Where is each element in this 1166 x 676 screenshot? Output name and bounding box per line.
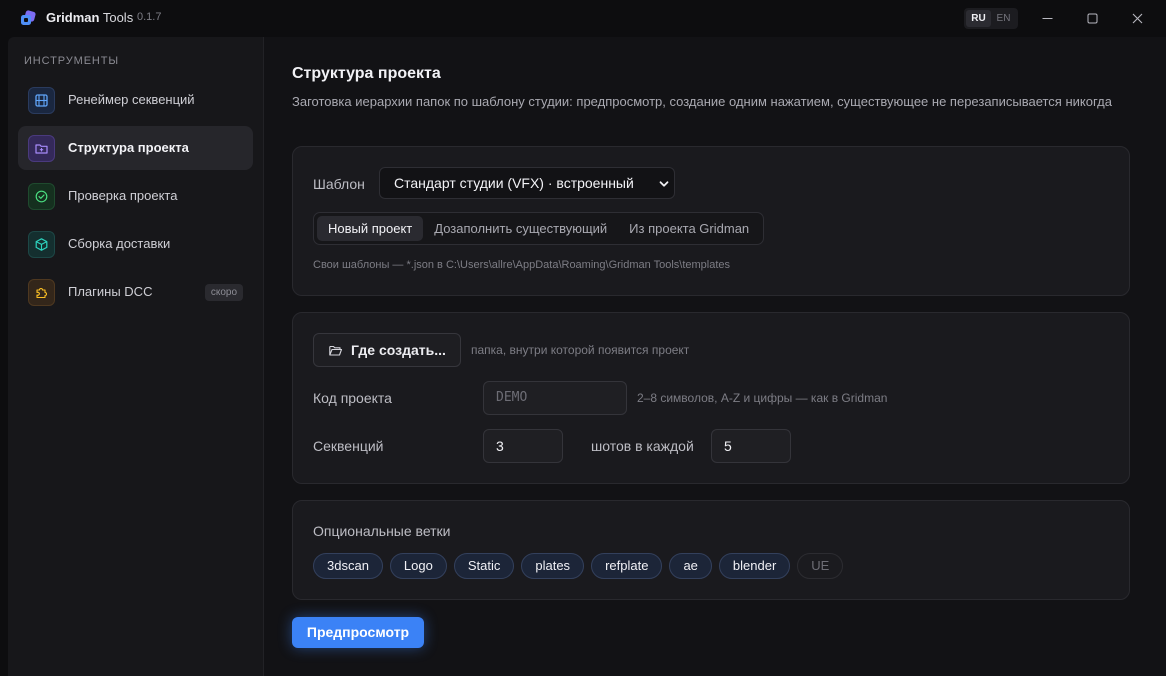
sidebar-item-label: Сборка доставки bbox=[68, 236, 171, 251]
template-select-value: Стандарт студии (VFX) · встроенный bbox=[394, 175, 634, 191]
sidebar-item-label: Ренеймер секвенций bbox=[68, 92, 195, 107]
sidebar-item-dcc-plugins[interactable]: Плагины DCC скоро bbox=[18, 270, 253, 314]
branch-chip-blender[interactable]: blender bbox=[718, 553, 791, 579]
branch-chips: 3dscan Logo Static plates refplate ae bl… bbox=[313, 553, 844, 579]
sequences-label: Секвенций bbox=[313, 438, 384, 454]
branch-chip-logo[interactable]: Logo bbox=[389, 553, 447, 579]
close-button[interactable] bbox=[1114, 0, 1160, 37]
folder-plus-icon bbox=[28, 135, 55, 162]
template-select[interactable]: Стандарт студии (VFX) · встроенный bbox=[379, 167, 675, 199]
folder-open-icon bbox=[329, 345, 343, 356]
sidebar-item-label: Структура проекта bbox=[68, 140, 189, 155]
page-title: Структура проекта bbox=[292, 65, 441, 82]
minimize-icon bbox=[1042, 18, 1052, 19]
puzzle-icon bbox=[28, 279, 55, 306]
language-switch: RU EN bbox=[964, 8, 1018, 29]
maximize-icon bbox=[1087, 13, 1097, 24]
preview-button[interactable]: Предпросмотр bbox=[292, 617, 424, 648]
project-code-hint: 2–8 символов, A-Z и цифры — как в Gridma… bbox=[637, 391, 888, 405]
choose-location-label: Где создать... bbox=[351, 342, 446, 358]
close-icon bbox=[1132, 13, 1142, 24]
branch-chip-ue[interactable]: UE bbox=[797, 553, 844, 579]
shots-input[interactable]: 5 bbox=[711, 429, 791, 463]
branch-chip-ae[interactable]: ae bbox=[669, 553, 712, 579]
choose-location-button[interactable]: Где создать... bbox=[313, 333, 461, 367]
check-circle-icon bbox=[28, 183, 55, 210]
mode-fill-existing[interactable]: Дозаполнить существующий bbox=[423, 216, 618, 241]
shots-label: шотов в каждой bbox=[591, 438, 694, 454]
sidebar-item-delivery-build[interactable]: Сборка доставки bbox=[18, 222, 253, 266]
package-icon bbox=[28, 231, 55, 258]
lang-en-button[interactable]: EN bbox=[991, 10, 1016, 27]
branch-chip-static[interactable]: Static bbox=[453, 553, 515, 579]
template-card: Шаблон Стандарт студии (VFX) · встроенны… bbox=[292, 146, 1130, 296]
maximize-button[interactable] bbox=[1069, 0, 1115, 37]
lang-ru-button[interactable]: RU bbox=[966, 10, 991, 27]
mode-segmented-control: Новый проект Дозаполнить существующий Из… bbox=[313, 212, 765, 245]
template-label: Шаблон bbox=[313, 176, 365, 192]
main-panel: Структура проекта Заготовка иерархии пап… bbox=[264, 37, 1166, 676]
optional-branches-card: Опциональные ветки 3dscan Logo Static pl… bbox=[292, 500, 1130, 600]
title-bar: Gridman Tools 0.1.7 RU EN bbox=[0, 0, 1166, 37]
branch-chip-plates[interactable]: plates bbox=[521, 553, 585, 579]
branch-chip-refplate[interactable]: refplate bbox=[591, 553, 663, 579]
sidebar: ИНСТРУМЕНТЫ Ренеймер секвенций Структура… bbox=[8, 37, 264, 676]
sidebar-item-label: Плагины DCC bbox=[68, 284, 153, 299]
project-params-card: Где создать... папка, внутри которой поя… bbox=[292, 312, 1130, 484]
sidebar-item-sequence-renamer[interactable]: Ренеймер секвенций bbox=[18, 78, 253, 122]
chevron-down-icon bbox=[659, 181, 669, 187]
app-logo-icon bbox=[21, 10, 36, 25]
sidebar-heading: ИНСТРУМЕНТЫ bbox=[24, 55, 120, 67]
sidebar-item-project-check[interactable]: Проверка проекта bbox=[18, 174, 253, 218]
app-version: 0.1.7 bbox=[137, 11, 162, 23]
minimize-button[interactable] bbox=[1024, 0, 1070, 37]
status-badge: скоро bbox=[204, 284, 243, 301]
sidebar-item-project-structure[interactable]: Структура проекта bbox=[18, 126, 253, 170]
app-name: Gridman Tools bbox=[46, 10, 134, 25]
sequences-input[interactable]: 3 bbox=[483, 429, 563, 463]
sidebar-item-label: Проверка проекта bbox=[68, 188, 178, 203]
mode-from-gridman[interactable]: Из проекта Gridman bbox=[618, 216, 760, 241]
mode-new-project[interactable]: Новый проект bbox=[317, 216, 424, 241]
project-code-label: Код проекта bbox=[313, 390, 392, 406]
film-icon bbox=[28, 87, 55, 114]
branch-chip-3dscan[interactable]: 3dscan bbox=[313, 553, 383, 579]
templates-path-hint: Свои шаблоны — *.json в C:\Users\allre\A… bbox=[313, 259, 731, 271]
location-hint: папка, внутри которой появится проект bbox=[471, 343, 690, 357]
optional-branches-label: Опциональные ветки bbox=[313, 523, 451, 539]
page-description: Заготовка иерархии папок по шаблону студ… bbox=[292, 94, 1112, 109]
project-code-input[interactable]: DEMO bbox=[483, 381, 627, 415]
